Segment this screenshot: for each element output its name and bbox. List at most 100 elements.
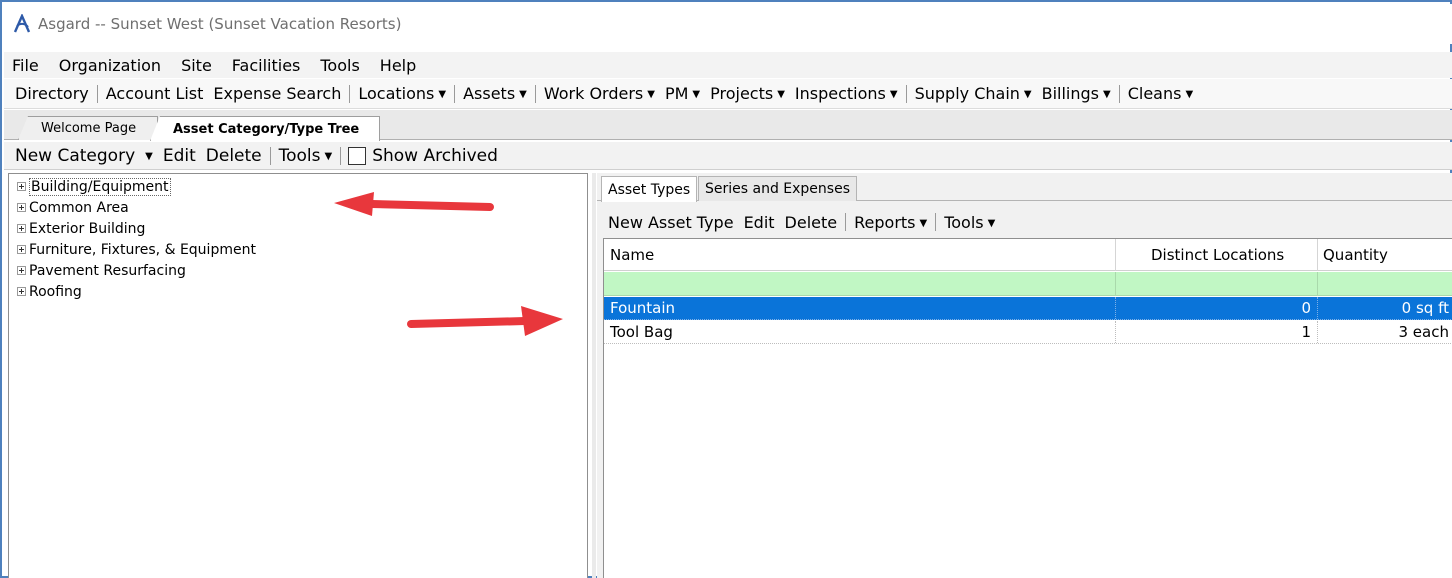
reports-label: Reports <box>854 212 916 232</box>
nav-billings[interactable]: Billings ▼ <box>1037 84 1116 103</box>
tab-series-and-expenses[interactable]: Series and Expenses <box>698 176 857 201</box>
toolbar-separator <box>845 213 847 231</box>
nav-inspections[interactable]: Inspections ▼ <box>790 84 903 103</box>
nav-work-orders-label: Work Orders <box>543 84 644 103</box>
edit-category-button[interactable]: Edit <box>158 146 201 166</box>
annotation-arrow-left-icon <box>334 192 494 216</box>
toolbar-separator <box>269 146 271 165</box>
title-bar: Asgard -- Sunset West (Sunset Vacation R… <box>4 4 1452 44</box>
nav-expense-search[interactable]: Expense Search <box>208 84 346 103</box>
nav-assets[interactable]: Assets ▼ <box>458 84 532 103</box>
toolbar-separator <box>935 213 937 231</box>
tab-asset-types[interactable]: Asset Types <box>601 176 698 202</box>
column-divider <box>1115 297 1116 319</box>
caret-down-icon: ▼ <box>1023 89 1032 100</box>
tree-node-pavement-resurfacing[interactable]: Pavement Resurfacing <box>17 260 186 281</box>
show-archived-checkbox[interactable] <box>348 146 367 165</box>
asset-types-pane: Asset Types Series and Expenses New Asse… <box>597 173 1452 578</box>
column-divider[interactable] <box>1317 239 1318 271</box>
tree-node-exterior-building[interactable]: Exterior Building <box>17 218 145 239</box>
tree-node-roofing[interactable]: Roofing <box>17 281 82 302</box>
table-row[interactable]: Tool Bag 1 3 each <box>604 321 1452 344</box>
caret-down-icon: ▼ <box>919 217 928 229</box>
tree-node-common-area[interactable]: Common Area <box>17 197 129 218</box>
tree-node-label: Common Area <box>29 199 129 216</box>
expand-plus-icon[interactable] <box>17 182 26 191</box>
nav-projects-label: Projects <box>710 84 774 103</box>
cell-distinct-locations: 0 <box>1301 299 1311 317</box>
tree-node-label: Exterior Building <box>29 220 146 237</box>
nav-cleans-label: Cleans <box>1127 84 1182 103</box>
delete-asset-type-button[interactable]: Delete <box>780 213 843 232</box>
grid-header: Name Distinct Locations Quantity <box>604 239 1452 271</box>
expand-plus-icon[interactable] <box>17 287 26 296</box>
caret-down-icon: ▼ <box>889 89 898 100</box>
toolbar-separator <box>349 84 351 103</box>
tree-node-label: Roofing <box>29 283 82 300</box>
column-divider[interactable] <box>1115 239 1116 271</box>
expand-plus-icon[interactable] <box>17 245 26 254</box>
toolbar-separator <box>340 146 342 165</box>
tab-label: Welcome Page <box>41 121 137 136</box>
cell-name: Tool Bag <box>610 323 673 341</box>
new-category-label: New Category <box>15 145 136 166</box>
delete-category-button[interactable]: Delete <box>201 146 267 166</box>
caret-down-icon: ▼ <box>692 89 701 100</box>
app-window: Asgard -- Sunset West (Sunset Vacation R… <box>0 0 1452 578</box>
toolbar-separator <box>454 84 456 103</box>
menu-site[interactable]: Site <box>181 56 212 75</box>
caret-down-icon: ▼ <box>438 89 447 100</box>
toolbar-separator <box>905 84 907 103</box>
nav-cleans[interactable]: Cleans ▼ <box>1123 84 1198 103</box>
tree-node-furniture-fixtures-equipment[interactable]: Furniture, Fixtures, & Equipment <box>17 239 256 260</box>
column-divider <box>1317 321 1318 343</box>
menu-facilities[interactable]: Facilities <box>232 56 301 75</box>
table-row[interactable]: Fountain 0 0 sq ft <box>604 297 1452 320</box>
toolbar-separator <box>96 84 98 103</box>
expand-plus-icon[interactable] <box>17 224 26 233</box>
nav-supply-chain-label: Supply Chain <box>914 84 1020 103</box>
asset-type-toolbar: New Asset Type Edit Delete Reports ▼ Tool… <box>603 209 1000 235</box>
expand-plus-icon[interactable] <box>17 203 26 212</box>
category-toolbar: New Category ▼ Edit Delete Tools ▼ Show Ar… <box>4 142 1452 170</box>
document-tab-strip: Welcome Page Asset Category/Type Tree <box>4 110 1452 141</box>
new-category-button[interactable]: New Category ▼ <box>10 146 158 166</box>
new-asset-type-button[interactable]: New Asset Type <box>603 213 739 232</box>
reports-dropdown[interactable]: Reports ▼ <box>849 213 932 232</box>
tree-node-label: Pavement Resurfacing <box>29 262 186 279</box>
tree-node-building-equipment[interactable]: Building/Equipment <box>17 176 171 197</box>
nav-work-orders[interactable]: Work Orders ▼ <box>539 84 660 103</box>
nav-directory[interactable]: Directory <box>10 84 94 103</box>
nav-locations[interactable]: Locations ▼ <box>353 84 451 103</box>
menu-help[interactable]: Help <box>380 56 416 75</box>
menu-file[interactable]: File <box>12 56 39 75</box>
tab-label: Asset Category/Type Tree <box>173 121 360 137</box>
filter-row[interactable] <box>604 272 1452 296</box>
nav-pm[interactable]: PM ▼ <box>660 84 705 103</box>
nav-projects[interactable]: Projects ▼ <box>705 84 790 103</box>
category-tree: Building/Equipment Common Area Exterior … <box>8 173 588 578</box>
menu-organization[interactable]: Organization <box>59 56 161 75</box>
column-header-quantity[interactable]: Quantity <box>1317 239 1452 270</box>
caret-down-icon: ▼ <box>519 89 527 100</box>
column-header-name[interactable]: Name <box>604 239 1115 270</box>
menu-tools[interactable]: Tools <box>320 56 359 75</box>
nav-locations-label: Locations <box>358 84 435 103</box>
cell-distinct-locations: 1 <box>1301 323 1311 341</box>
show-archived-label[interactable]: Show Archived <box>372 146 498 166</box>
tab-asset-category-type-tree[interactable]: Asset Category/Type Tree <box>150 116 380 141</box>
module-toolbar: Directory Account List Expense Search Lo… <box>4 79 1452 109</box>
column-header-distinct-locations[interactable]: Distinct Locations <box>1115 239 1317 270</box>
cell-name: Fountain <box>610 299 676 317</box>
tab-welcome-page[interactable]: Welcome Page <box>18 116 158 140</box>
toolbar-separator <box>534 84 536 103</box>
tools-dropdown[interactable]: Tools ▼ <box>939 213 1000 232</box>
pane-splitter[interactable] <box>592 173 596 578</box>
tools-dropdown[interactable]: Tools ▼ <box>274 146 338 166</box>
nav-account-list[interactable]: Account List <box>101 84 209 103</box>
asset-types-grid: Name Distinct Locations Quantity Fountai… <box>603 238 1452 578</box>
expand-plus-icon[interactable] <box>17 266 26 275</box>
edit-asset-type-button[interactable]: Edit <box>739 213 780 232</box>
caret-down-icon: ▼ <box>777 89 785 100</box>
nav-supply-chain[interactable]: Supply Chain ▼ <box>910 84 1037 103</box>
